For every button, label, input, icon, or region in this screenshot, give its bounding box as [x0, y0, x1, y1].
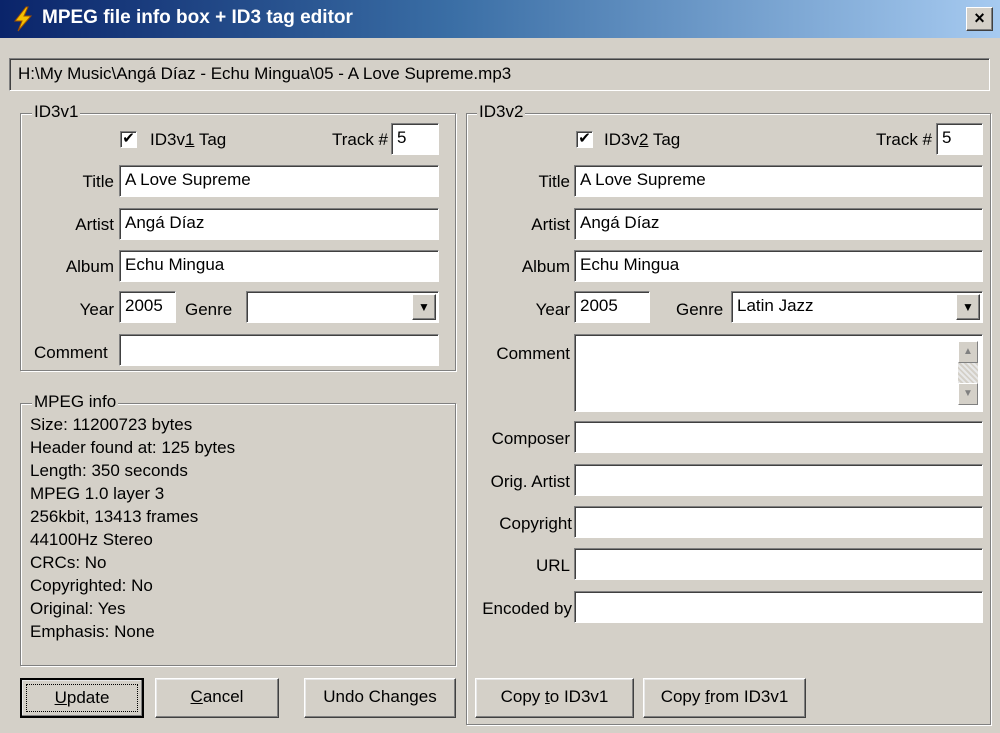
chevron-down-icon: ▼	[962, 300, 974, 314]
lightning-bolt-icon	[13, 6, 33, 32]
id3v2-copyright-label: Copyright	[499, 514, 572, 533]
id3v2-album-label: Album	[521, 257, 570, 276]
id3v1-album-input[interactable]: Echu Mingua	[119, 250, 439, 282]
id3v2-genre-dropdown-button[interactable]: ▼	[956, 294, 980, 320]
id3v2-group	[466, 113, 991, 725]
id3v1-artist-label: Artist	[75, 215, 114, 234]
id3v1-artist-input[interactable]: Angá Díaz	[119, 208, 439, 240]
id3v1-track-input[interactable]: 5	[391, 123, 439, 155]
mpeg-info-line: Header found at: 125 bytes	[30, 438, 236, 457]
mpeg-info-list: Size: 11200723 bytes Header found at: 12…	[30, 413, 235, 643]
mpeg-info-line: Copyrighted: No	[30, 576, 153, 595]
id3v2-genre-value: Latin Jazz	[737, 296, 814, 315]
mpeg-info-line: Length: 350 seconds	[30, 461, 188, 480]
id3v1-track-label: Track #	[331, 130, 388, 149]
mpeg-info-line: CRCs: No	[30, 553, 107, 572]
mpeg-info-line: Emphasis: None	[30, 622, 155, 641]
id3v2-checkbox-label: ID3v2 Tag	[604, 130, 681, 149]
copy-to-id3v1-button[interactable]: Copy to ID3v1	[475, 678, 634, 718]
cancel-button[interactable]: Cancel	[155, 678, 279, 718]
mpeg-info-line: 44100Hz Stereo	[30, 530, 153, 549]
mpeg-info-line: Original: Yes	[30, 599, 126, 618]
scroll-track[interactable]	[958, 363, 978, 383]
copy-from-id3v1-button[interactable]: Copy from ID3v1	[643, 678, 806, 718]
window-title: MPEG file info box + ID3 tag editor	[42, 7, 353, 28]
scroll-down-icon: ▼	[963, 388, 973, 399]
scroll-down-button[interactable]: ▼	[958, 383, 978, 405]
mpeg-info-line: MPEG 1.0 layer 3	[30, 484, 165, 503]
id3v2-composer-label: Composer	[491, 429, 570, 448]
id3v1-genre-dropdown-button[interactable]: ▼	[412, 294, 436, 320]
id3v2-title-input[interactable]: A Love Supreme	[574, 165, 983, 197]
mpeg-info-line: Size: 11200723 bytes	[30, 415, 193, 434]
id3v1-checkbox-box[interactable]: ✔	[120, 131, 137, 148]
id3v2-album-input[interactable]: Echu Mingua	[574, 250, 983, 282]
id3v1-tag-checkbox[interactable]: ✔ ID3v1 Tag	[120, 128, 260, 152]
id3v2-copyright-input[interactable]	[574, 506, 983, 538]
mpeg-info-legend: MPEG info	[32, 392, 119, 412]
id3v2-genre-select[interactable]: Latin Jazz ▼	[731, 291, 983, 323]
id3v1-title-input[interactable]: A Love Supreme	[119, 165, 439, 197]
scroll-up-icon: ▲	[963, 346, 973, 357]
id3v2-title-label: Title	[538, 172, 571, 191]
undo-changes-button[interactable]: Undo Changes	[304, 678, 456, 718]
id3v1-comment-input[interactable]	[119, 334, 439, 366]
id3v1-checkbox-label: ID3v1 Tag	[150, 130, 227, 149]
id3v2-track-input[interactable]: 5	[936, 123, 983, 155]
id3v2-legend: ID3v2	[477, 102, 526, 122]
id3v2-orig-artist-label: Orig. Artist	[490, 472, 570, 491]
id3v2-artist-input[interactable]: Angá Díaz	[574, 208, 983, 240]
focus-ring	[26, 684, 138, 712]
id3v2-encoded-by-input[interactable]	[574, 591, 983, 623]
id3v2-track-label: Track #	[875, 130, 932, 149]
id3v1-genre-select[interactable]: ▼	[246, 291, 439, 323]
id3v1-genre-label: Genre	[185, 300, 233, 319]
id3v2-checkbox-box[interactable]: ✔	[576, 131, 593, 148]
id3v1-title-label: Title	[82, 172, 115, 191]
check-icon: ✔	[122, 130, 135, 147]
id3v2-tag-checkbox[interactable]: ✔ ID3v2 Tag	[576, 128, 716, 152]
id3v1-comment-label: Comment	[34, 343, 108, 362]
chevron-down-icon: ▼	[418, 300, 430, 314]
update-button[interactable]: Update	[20, 678, 144, 718]
id3v1-album-label: Album	[65, 257, 114, 276]
id3v2-year-label: Year	[535, 300, 570, 319]
id3v2-encoded-by-label: Encoded by	[482, 599, 572, 618]
id3v1-legend: ID3v1	[32, 102, 81, 122]
close-button[interactable]: ×	[966, 7, 993, 31]
id3v2-url-label: URL	[535, 556, 570, 575]
title-bar[interactable]: MPEG file info box + ID3 tag editor ×	[0, 0, 1000, 38]
id3v1-year-label: Year	[79, 300, 114, 319]
id3v2-url-input[interactable]	[574, 548, 983, 580]
id3v1-year-input[interactable]: 2005	[119, 291, 176, 323]
check-icon: ✔	[578, 130, 591, 147]
id3v2-composer-input[interactable]	[574, 421, 983, 453]
file-path-field[interactable]: H:\My Music\Angá Díaz - Echu Mingua\05 -…	[9, 58, 990, 91]
id3v2-comment-textarea[interactable]: ▲ ▼	[574, 334, 983, 412]
id3v2-year-input[interactable]: 2005	[574, 291, 650, 323]
mpeg-info-line: 256kbit, 13413 frames	[30, 507, 199, 526]
close-icon: ×	[974, 8, 985, 28]
id3v2-genre-label: Genre	[676, 300, 724, 319]
id3v2-comment-label: Comment	[496, 344, 570, 363]
id3v2-orig-artist-input[interactable]	[574, 464, 983, 496]
scroll-up-button[interactable]: ▲	[958, 341, 978, 363]
id3v2-artist-label: Artist	[531, 215, 570, 234]
